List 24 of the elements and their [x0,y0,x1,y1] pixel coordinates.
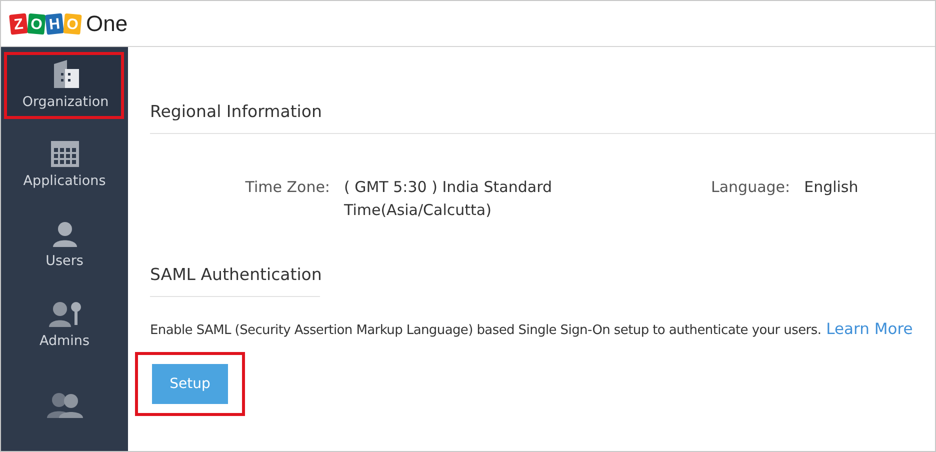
description-text: Enable SAML (Security Assertion Markup Language) based Single Sign-On setup to authenticate your users. [150,323,822,338]
field-value: English [804,177,858,198]
field-label: Language: [711,177,790,198]
field-value: ( GMT 5:30 ) India Standard Time(Asia/Calcutta) [344,177,554,221]
section-heading: Regional Information [150,102,935,134]
sidebar-label: Applications [23,173,106,190]
sidebar-label: Admins [39,332,90,349]
logo-letter: Z [9,12,28,34]
field-label: Time Zone: [244,177,330,198]
user-icon [52,220,78,247]
sidebar-label: Users [46,252,84,269]
grid-icon [50,141,78,168]
logo-letter: O [63,12,82,34]
admin-key-icon [48,300,80,327]
logo-letter: O [27,12,46,34]
sidebar-item[interactable]: Applications [1,132,128,199]
sidebar-item[interactable]: Organization [4,52,124,119]
product-name: One [86,10,128,36]
group-icon [46,392,82,418]
logo-letter: H [45,12,64,34]
sidebar-item[interactable]: Admins [1,291,128,358]
section-heading: SAML Authentication [150,265,320,297]
sidebar-item[interactable]: Users [1,212,128,278]
sidebar-label: Organization [22,94,109,110]
